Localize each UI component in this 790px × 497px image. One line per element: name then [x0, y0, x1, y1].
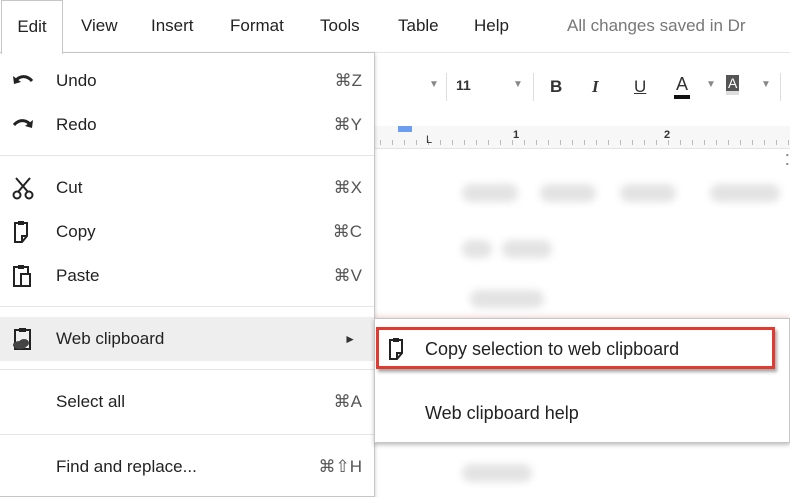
menu-item-label: Select all	[56, 392, 125, 411]
dropdown-arrow-icon[interactable]: ▼	[761, 79, 771, 90]
menu-item-label: Web clipboard	[56, 329, 165, 348]
dropdown-arrow-icon[interactable]: ▼	[513, 79, 523, 90]
menu-separator	[0, 155, 374, 156]
copy-icon	[14, 221, 28, 243]
toolbar-divider	[780, 73, 781, 101]
web-clipboard-icon	[13, 328, 31, 350]
menu-separator	[0, 434, 374, 435]
blurred-text	[502, 240, 552, 258]
shortcut-label: ⌘Z	[334, 71, 362, 90]
text-color-button[interactable]: A	[674, 74, 691, 99]
tab-stop-marker[interactable]: L	[426, 134, 432, 146]
blurred-text	[462, 240, 492, 258]
indent-marker[interactable]	[398, 126, 412, 132]
save-status: All changes saved in Dr	[567, 16, 746, 35]
menu-table[interactable]: Table	[398, 0, 439, 52]
ruler-mark: 1	[513, 129, 520, 141]
highlight-color-button[interactable]: A	[726, 75, 740, 95]
blurred-text	[462, 184, 518, 202]
menu-item-label: Redo	[56, 115, 97, 134]
font-size-select[interactable]: 11	[456, 77, 471, 93]
menu-separator	[0, 369, 374, 370]
menu-item-redo[interactable]: Redo ⌘Y	[0, 103, 374, 147]
shortcut-label: ⌘X	[333, 178, 362, 197]
ruler: L 1 2	[370, 126, 790, 149]
shortcut-label: ⌘A	[333, 392, 362, 411]
menu-item-web-clipboard-help[interactable]: Web clipboard help	[375, 392, 789, 436]
edit-menu: Undo ⌘Z Redo ⌘Y Cut ⌘X Copy ⌘C Paste ⌘V …	[0, 52, 375, 497]
redo-icon	[12, 119, 33, 128]
toolbar-divider	[533, 73, 534, 101]
menu-item-copy[interactable]: Copy ⌘C	[0, 210, 374, 254]
toolbar-divider	[446, 73, 447, 101]
menu-item-label: Copy	[56, 222, 96, 241]
shortcut-label: ⌘⇧H	[318, 457, 362, 476]
blurred-text	[710, 184, 780, 202]
blurred-text	[620, 184, 676, 202]
shortcut-label: ⌘C	[332, 222, 362, 241]
italic-button[interactable]: I	[592, 77, 599, 97]
menu-item-label: Copy selection to web clipboard	[425, 339, 680, 359]
menu-item-label: Find and replace...	[56, 457, 197, 476]
scissors-icon	[12, 177, 34, 200]
menu-help[interactable]: Help	[474, 0, 509, 52]
menu-item-select-all[interactable]: Select all ⌘A	[0, 380, 374, 424]
scroll-dot: :	[784, 148, 790, 170]
blurred-text	[470, 290, 544, 308]
blurred-text	[462, 464, 532, 482]
underline-button[interactable]: U	[634, 77, 646, 97]
dropdown-arrow-icon[interactable]: ▼	[429, 79, 439, 90]
menu-insert[interactable]: Insert	[151, 0, 194, 52]
blurred-text	[540, 184, 596, 202]
menu-item-copy-selection[interactable]: Copy selection to web clipboard	[375, 328, 789, 372]
undo-icon	[13, 75, 34, 84]
submenu-arrow-icon: ►	[344, 332, 356, 346]
paste-icon	[13, 265, 31, 287]
menu-item-label: Cut	[56, 178, 83, 197]
menu-tools[interactable]: Tools	[320, 0, 360, 52]
menu-item-label: Undo	[56, 71, 97, 90]
menu-separator	[0, 306, 374, 307]
menu-item-web-clipboard[interactable]: Web clipboard ►	[0, 317, 374, 361]
web-clipboard-submenu: Copy selection to web clipboard Web clip…	[374, 318, 790, 443]
format-toolbar: ▼ 11 ▼ B I U A ▼ A ▼	[370, 52, 790, 128]
menu-edit[interactable]: Edit	[1, 0, 63, 54]
copy-icon	[389, 338, 403, 360]
ruler-ticks	[380, 140, 790, 145]
menu-item-find-replace[interactable]: Find and replace... ⌘⇧H	[0, 445, 374, 489]
ruler-mark: 2	[664, 129, 671, 141]
menu-item-label: Paste	[56, 266, 100, 285]
shortcut-label: ⌘V	[333, 266, 362, 285]
shortcut-label: ⌘Y	[333, 115, 362, 134]
menu-item-label: Web clipboard help	[425, 403, 579, 423]
menu-item-undo[interactable]: Undo ⌘Z	[0, 59, 374, 103]
bold-button[interactable]: B	[550, 77, 562, 97]
menu-format[interactable]: Format	[230, 0, 284, 52]
dropdown-arrow-icon[interactable]: ▼	[706, 79, 716, 90]
menu-item-cut[interactable]: Cut ⌘X	[0, 166, 374, 210]
menu-item-paste[interactable]: Paste ⌘V	[0, 254, 374, 298]
menu-bar: Edit View Insert Format Tools Table Help…	[0, 0, 790, 54]
menu-view[interactable]: View	[81, 0, 118, 52]
